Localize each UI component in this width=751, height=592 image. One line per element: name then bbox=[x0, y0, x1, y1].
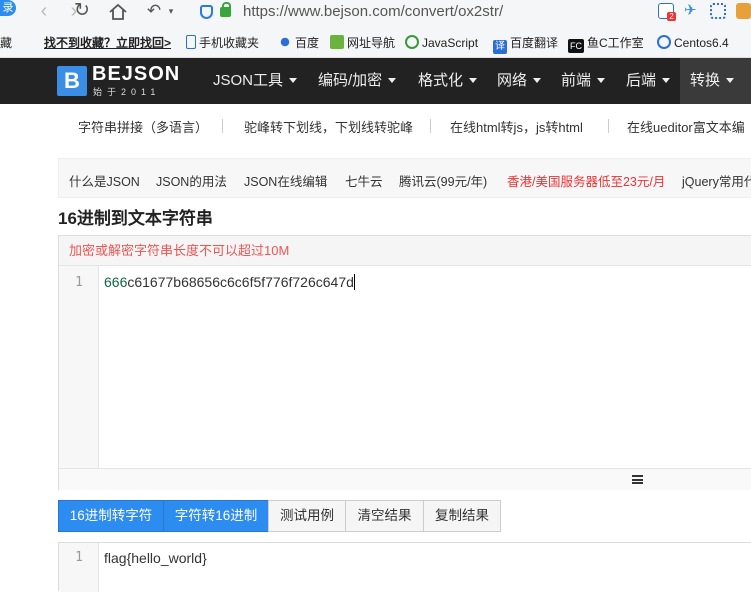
bookmark-fishc[interactable]: FC 鱼C工作室 bbox=[568, 34, 644, 53]
nav-network[interactable]: 网络 bbox=[497, 58, 542, 104]
chevron-down-icon bbox=[388, 78, 397, 83]
link-qiniu[interactable]: 七牛云 bbox=[345, 171, 383, 190]
address-bar[interactable]: https://www.bejson.com/convert/ox2str/ bbox=[195, 1, 650, 23]
link-json-usage[interactable]: JSON的用法 bbox=[156, 171, 227, 190]
link-server-promo[interactable]: 香港/美国服务器低至23元/月 bbox=[507, 171, 665, 190]
undo-icon[interactable]: ↶ bbox=[143, 0, 165, 24]
bookmark-hao-nav[interactable]: 网址导航 bbox=[330, 34, 395, 52]
page-title: 16进制到文本字符串 bbox=[58, 209, 213, 228]
reload-icon[interactable]: ↻ bbox=[72, 0, 92, 24]
tool-links-row: 字符串拼接（多语言） 驼峰转下划线，下划线转驼峰 在线html转js，js转ht… bbox=[0, 110, 751, 140]
line-number: 1 bbox=[75, 275, 83, 290]
browser-toolbar: 录 ‹ › ↻ ↶ ▾ https://www.bejson.com/conve… bbox=[0, 0, 751, 28]
nav-json-tools[interactable]: JSON工具 bbox=[213, 58, 298, 104]
rocket-icon[interactable]: ✈ bbox=[684, 3, 700, 19]
link-tencent-cloud[interactable]: 腾讯云(99元/年) bbox=[399, 171, 487, 190]
nav-format[interactable]: 格式化 bbox=[418, 58, 478, 104]
divider bbox=[608, 119, 609, 133]
bookmark-recover[interactable]: 找不到收藏？立即找回> bbox=[44, 34, 171, 52]
bookmark-fav-prefix[interactable]: 藏 bbox=[0, 34, 12, 52]
nav-frontend[interactable]: 前端 bbox=[561, 58, 606, 104]
link-bar: 什么是JSON JSON的用法 JSON在线编辑 七牛云 腾讯云(99元/年) … bbox=[58, 158, 751, 198]
line-gutter: 1 bbox=[59, 266, 99, 468]
bookmark-baidu[interactable]: 百度 bbox=[278, 34, 319, 52]
copy-result-button[interactable]: 复制结果 bbox=[423, 500, 501, 532]
line-number: 1 bbox=[75, 550, 83, 565]
divider bbox=[430, 119, 431, 133]
chevron-down-icon bbox=[597, 78, 606, 83]
editor-resize-bar[interactable] bbox=[59, 468, 751, 490]
divider bbox=[222, 119, 223, 133]
hex-text-token: c61677b68656c6c6f5f776f726c647d bbox=[127, 274, 354, 290]
hao-icon bbox=[330, 35, 344, 49]
link-jquery[interactable]: jQuery常用代 bbox=[682, 171, 751, 190]
line-gutter: 1 bbox=[59, 543, 99, 592]
fc-icon: FC bbox=[568, 39, 584, 53]
bookmark-baidu-translate[interactable]: 译百度翻译 bbox=[493, 34, 558, 54]
resize-handle-icon[interactable] bbox=[632, 475, 643, 484]
mail-notify-icon[interactable]: 2 bbox=[658, 3, 676, 21]
tool-camel-underscore[interactable]: 驼峰转下划线，下划线转驼峰 bbox=[244, 117, 413, 136]
chevron-down-icon bbox=[469, 78, 478, 83]
bookmark-javascript[interactable]: JavaScript bbox=[405, 34, 478, 52]
text-cursor bbox=[353, 274, 355, 290]
qr-code-icon[interactable] bbox=[710, 3, 726, 19]
shield-icon bbox=[200, 5, 213, 19]
eye-icon bbox=[405, 35, 419, 49]
baidu-paw-icon bbox=[278, 35, 292, 49]
logo-subtitle: 始于2011 bbox=[93, 87, 161, 97]
chevron-down-icon bbox=[726, 78, 735, 83]
hex-input-editor[interactable]: 加密或解密字符串长度不可以超过10M 1 666c61677b68656c6c6… bbox=[58, 235, 751, 490]
nav-backend[interactable]: 后端 bbox=[626, 58, 671, 104]
chevron-down-icon bbox=[533, 78, 542, 83]
phone-icon bbox=[186, 35, 196, 49]
result-line[interactable]: flag{hello_world} bbox=[104, 550, 207, 566]
lock-icon bbox=[220, 2, 231, 17]
bookmark-centos[interactable]: Centos6.4 bbox=[657, 34, 729, 52]
hex-number-token: 666 bbox=[104, 274, 128, 290]
tool-string-concat[interactable]: 字符串拼接（多语言） bbox=[78, 117, 208, 136]
nav-convert[interactable]: 转换 bbox=[680, 58, 751, 104]
chevron-down-icon bbox=[289, 78, 298, 83]
back-icon[interactable]: ‹ bbox=[34, 0, 54, 24]
link-json-online-edit[interactable]: JSON在线编辑 bbox=[244, 171, 327, 190]
extension-icon[interactable] bbox=[736, 3, 751, 19]
link-what-is-json[interactable]: 什么是JSON bbox=[69, 171, 140, 190]
bookmark-mobile-favorites[interactable]: 手机收藏夹 bbox=[186, 34, 259, 52]
url-text: https://www.bejson.com/convert/ox2str/ bbox=[243, 3, 504, 20]
chevron-down-icon bbox=[662, 78, 671, 83]
translate-icon: 译 bbox=[493, 40, 507, 54]
notify-count: 2 bbox=[667, 12, 676, 21]
length-warning: 加密或解密字符串长度不可以超过10M bbox=[59, 236, 751, 266]
tool-html-js[interactable]: 在线html转js，js转html bbox=[450, 117, 583, 136]
bookmarks-bar: 藏 找不到收藏？立即找回> 手机收藏夹 百度 网址导航 JavaScript 译… bbox=[0, 28, 751, 58]
string-to-hex-button[interactable]: 字符转16进制 bbox=[163, 500, 269, 532]
login-badge[interactable]: 录 bbox=[0, 0, 16, 16]
tool-ueditor[interactable]: 在线ueditor富文本编 bbox=[627, 117, 745, 136]
clear-result-button[interactable]: 清空结果 bbox=[345, 500, 424, 532]
nav-encode-encrypt[interactable]: 编码/加密 bbox=[318, 58, 397, 104]
undo-dropdown-icon[interactable]: ▾ bbox=[166, 0, 176, 24]
test-case-button[interactable]: 测试用例 bbox=[268, 500, 346, 532]
logo-name[interactable]: BEJSON bbox=[92, 63, 180, 86]
centos-icon bbox=[657, 35, 671, 49]
result-editor[interactable]: 1 flag{hello_world} bbox=[58, 542, 751, 592]
hex-to-string-button[interactable]: 16进制转字符 bbox=[58, 500, 164, 532]
bejson-logo-icon[interactable]: B bbox=[57, 66, 87, 96]
home-icon[interactable] bbox=[107, 0, 129, 24]
hex-input-line[interactable]: 666c61677b68656c6c6f5f776f726c647d bbox=[104, 274, 355, 290]
site-header: B BEJSON 始于2011 JSON工具 编码/加密 格式化 网络 前端 后… bbox=[0, 58, 751, 104]
